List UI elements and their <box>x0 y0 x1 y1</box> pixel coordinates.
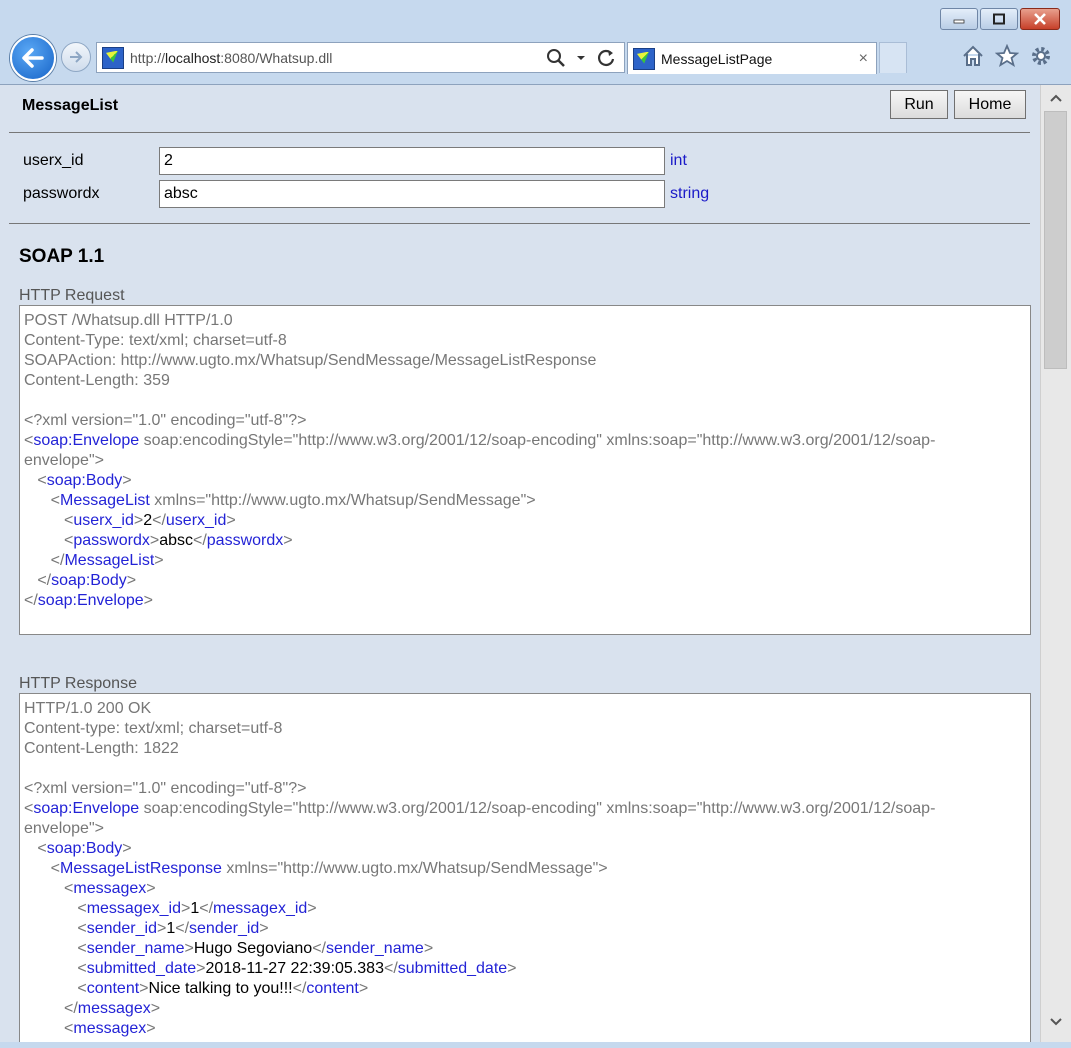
param-row-userx-id: userx_id int <box>9 147 1030 180</box>
http-response-box: HTTP/1.0 200 OK Content-type: text/xml; … <box>19 693 1031 1042</box>
http-response-label: HTTP Response <box>19 675 137 692</box>
http-request-box: POST /Whatsup.dll HTTP/1.0 Content-Type:… <box>19 305 1031 635</box>
url-text: http://localhost:8080/Whatsup.dll <box>130 49 333 66</box>
home-button[interactable]: Home <box>954 90 1026 119</box>
home-icon[interactable] <box>960 42 986 70</box>
refresh-icon[interactable] <box>596 48 616 68</box>
param-label: userx_id <box>23 152 84 169</box>
scroll-up-icon[interactable] <box>1041 85 1071 111</box>
star-icon[interactable] <box>994 42 1020 70</box>
param-label: passwordx <box>23 185 100 202</box>
new-tab-button[interactable] <box>879 42 907 73</box>
back-button[interactable] <box>10 35 56 81</box>
scrollbar-thumb[interactable] <box>1044 111 1067 369</box>
maximize-icon <box>993 13 1005 25</box>
page-viewport: MessageList Run Home userx_id int passwo… <box>0 84 1071 1042</box>
forward-arrow-icon <box>70 51 83 63</box>
forward-button[interactable] <box>61 42 91 72</box>
window-bottom-border <box>0 1042 1071 1048</box>
browser-window: http://localhost:8080/Whatsup.dll Messag… <box>0 0 1071 1048</box>
close-window-button[interactable] <box>1020 8 1060 30</box>
scroll-down-icon[interactable] <box>1041 1009 1071 1035</box>
param-type[interactable]: int <box>670 152 687 170</box>
tab-messagelistpage[interactable]: MessageListPage × <box>627 42 877 74</box>
userx-id-input[interactable] <box>159 147 665 175</box>
page-content: MessageList Run Home userx_id int passwo… <box>9 85 1031 1042</box>
back-arrow-icon <box>22 48 44 68</box>
minimize-button[interactable] <box>940 8 978 30</box>
site-favicon-icon <box>102 46 124 69</box>
tab-title: MessageListPage <box>661 50 773 67</box>
close-icon <box>1034 13 1046 25</box>
run-button[interactable]: Run <box>890 90 948 119</box>
vertical-scrollbar[interactable] <box>1040 85 1071 1042</box>
address-bar[interactable]: http://localhost:8080/Whatsup.dll <box>96 42 625 73</box>
search-icon[interactable] <box>546 48 566 68</box>
page-header: MessageList Run Home <box>9 85 1030 133</box>
param-type[interactable]: string <box>670 185 709 203</box>
chevron-down-icon[interactable] <box>576 54 586 62</box>
gear-icon[interactable] <box>1028 42 1054 70</box>
http-request-label: HTTP Request <box>19 287 125 304</box>
soap-section-title: SOAP 1.1 <box>19 246 105 267</box>
parameters-form: userx_id int passwordx string <box>9 133 1030 224</box>
page-title: MessageList <box>22 97 119 114</box>
passwordx-input[interactable] <box>159 180 665 208</box>
tab-favicon-icon <box>633 47 655 70</box>
maximize-button[interactable] <box>980 8 1018 30</box>
minimize-icon <box>953 19 965 24</box>
tab-close-icon[interactable]: × <box>859 50 868 68</box>
param-row-passwordx: passwordx string <box>9 180 1030 213</box>
